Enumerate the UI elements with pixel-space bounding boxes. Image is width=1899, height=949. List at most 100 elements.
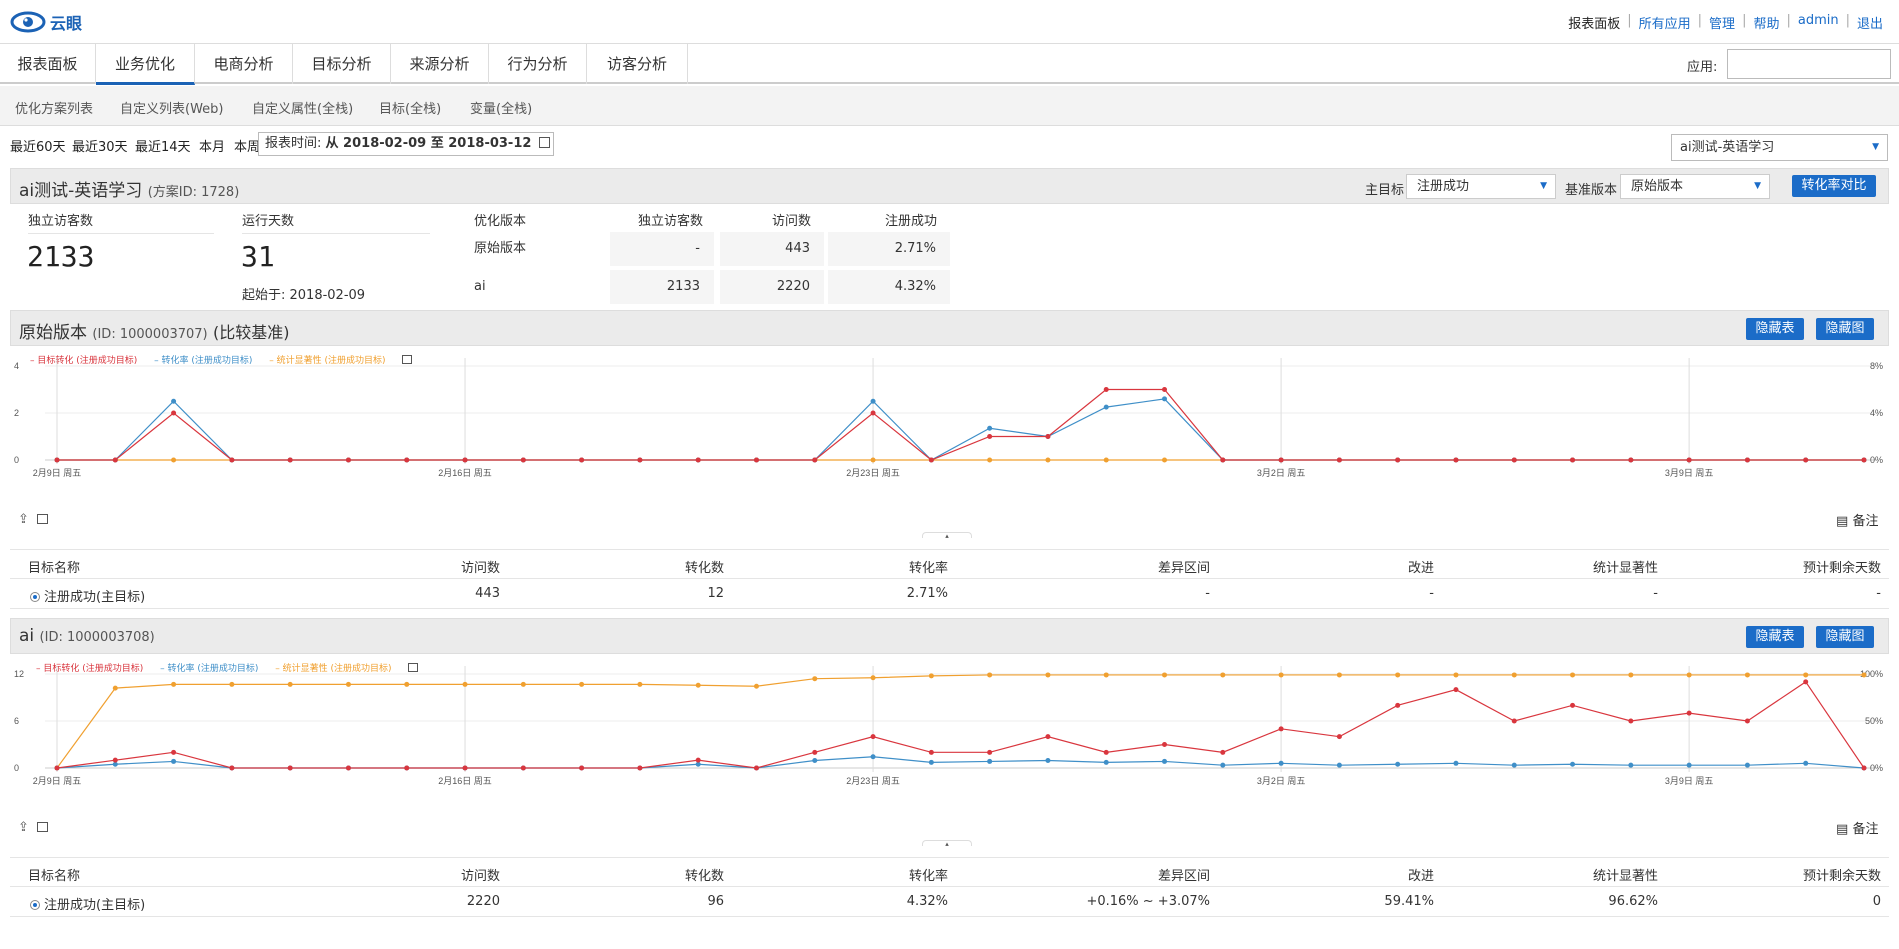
y-right-tick-label: 0% <box>1870 763 1883 773</box>
table-row: 注册成功(主目标) 2220 96 4.32% +0.16% ~ +3.07% … <box>10 887 1889 917</box>
data-point <box>870 734 876 740</box>
data-point <box>870 457 876 463</box>
data-point <box>1861 457 1867 463</box>
export-icon[interactable]: ⇪ <box>18 512 29 527</box>
date-range-picker[interactable]: 报表时间: 从 2018-02-09 至 2018-03-12 <box>258 132 554 156</box>
tab-sources[interactable]: 来源分析 <box>391 44 489 84</box>
calendar-icon[interactable] <box>538 137 550 148</box>
tab-dashboard[interactable]: 报表面板 <box>0 44 96 84</box>
hide-chart-button[interactable]: 隐藏图 <box>1816 318 1874 340</box>
subnav-custom-list-web[interactable]: 自定义列表(Web) <box>120 98 224 117</box>
data-point <box>870 398 876 404</box>
x-tick-label: 3月9日 周五 <box>1665 468 1714 478</box>
data-point <box>404 457 410 463</box>
data-point <box>1453 457 1459 463</box>
version-name: ai <box>19 626 35 646</box>
data-point <box>404 765 410 771</box>
data-point <box>345 765 351 771</box>
image-icon[interactable] <box>37 822 49 832</box>
data-point <box>1803 679 1809 685</box>
data-point <box>1686 762 1692 768</box>
tab-ecommerce[interactable]: 电商分析 <box>195 44 293 84</box>
data-point <box>1803 760 1809 766</box>
image-icon[interactable] <box>37 514 49 524</box>
data-point <box>1395 457 1401 463</box>
data-point <box>1336 672 1342 678</box>
th-significance: 统计显著性 <box>1592 869 1658 884</box>
note-button[interactable]: ▤ 备注 <box>1836 510 1878 529</box>
tab-visitors[interactable]: 访客分析 <box>587 44 688 84</box>
th-days-left: 预计剩余天数 <box>1802 869 1881 884</box>
data-point <box>1686 672 1692 678</box>
tab-optimization[interactable]: 业务优化 <box>96 44 195 85</box>
comment-icon: ▤ <box>1836 514 1849 529</box>
subnav-goals-fullstack[interactable]: 目标(全栈) <box>379 98 441 117</box>
vt-visits-original: 443 <box>720 232 824 266</box>
th-days-left: 预计剩余天数 <box>1802 561 1881 576</box>
link-dashboard[interactable]: 报表面板 <box>1568 13 1620 32</box>
quick-30d[interactable]: 最近30天 <box>72 136 128 155</box>
logo[interactable]: 云眼 <box>10 10 82 34</box>
compare-rate-button[interactable]: 转化率对比 <box>1792 175 1876 197</box>
link-logout[interactable]: 退出 <box>1857 13 1883 32</box>
link-all-apps[interactable]: 所有应用 <box>1639 13 1691 32</box>
data-point <box>870 410 876 416</box>
link-manage[interactable]: 管理 <box>1709 13 1735 32</box>
quick-14d[interactable]: 最近14天 <box>135 136 191 155</box>
quick-month[interactable]: 本月 <box>199 136 225 155</box>
y-left-tick-label: 0 <box>14 455 19 465</box>
sub-nav: 优化方案列表 自定义列表(Web) 自定义属性(全栈) 目标(全栈) 变量(全栈… <box>0 86 1899 126</box>
tab-behavior[interactable]: 行为分析 <box>489 44 587 84</box>
y-left-tick-label: 4 <box>14 361 19 371</box>
radio-icon[interactable] <box>30 592 40 602</box>
vt-rate-ai: 4.32% <box>828 270 950 304</box>
data-point <box>1278 760 1284 766</box>
data-point <box>404 681 410 687</box>
data-point <box>520 457 526 463</box>
y-right-tick-label: 8% <box>1870 361 1883 371</box>
data-point <box>1045 672 1051 678</box>
subnav-plan-list[interactable]: 优化方案列表 <box>15 98 93 117</box>
cell-conversions: 12 <box>707 586 724 601</box>
data-point <box>1103 457 1109 463</box>
collapse-handle[interactable]: ▴ <box>922 840 972 848</box>
version-title: ai (ID: 1000003708) <box>19 626 155 646</box>
vt-header-visits: 访问数 <box>772 214 812 229</box>
subnav-vars-fullstack[interactable]: 变量(全栈) <box>470 98 532 117</box>
data-point <box>171 681 177 687</box>
hide-chart-button[interactable]: 隐藏图 <box>1816 626 1874 648</box>
collapse-handle[interactable]: ▴ <box>922 532 972 540</box>
quick-week[interactable]: 本周 <box>234 136 260 155</box>
data-point <box>1103 759 1109 765</box>
project-select[interactable]: ai测试-英语学习 ▼ <box>1671 134 1888 161</box>
link-user[interactable]: admin <box>1798 13 1839 32</box>
goal-select[interactable]: 注册成功 ▼ <box>1406 174 1556 199</box>
tab-goals[interactable]: 目标分析 <box>293 44 391 84</box>
app-input[interactable] <box>1727 49 1891 79</box>
data-point <box>1162 387 1168 392</box>
hide-table-button[interactable]: 隐藏表 <box>1746 626 1804 648</box>
hide-table-button[interactable]: 隐藏表 <box>1746 318 1804 340</box>
note-button[interactable]: ▤ 备注 <box>1836 818 1878 837</box>
top-bar: 云眼 报表面板 | 所有应用 | 管理 | 帮助 | admin | 退出 <box>0 0 1899 44</box>
x-tick-label: 2月9日 周五 <box>33 776 82 786</box>
data-point <box>1045 734 1051 740</box>
th-conversions: 转化数 <box>684 561 724 576</box>
radio-icon[interactable] <box>30 900 40 910</box>
base-select[interactable]: 原始版本 ▼ <box>1620 174 1770 199</box>
plan-title: ai测试-英语学习 <box>19 181 143 201</box>
data-point <box>229 681 235 687</box>
x-tick-label: 2月9日 周五 <box>33 468 82 478</box>
data-point <box>1220 672 1226 678</box>
data-point <box>637 681 643 687</box>
chart2-tools: ⇪ <box>18 820 49 835</box>
data-point <box>1336 734 1342 740</box>
row-goal-name[interactable]: 注册成功(主目标) <box>30 586 145 605</box>
row-goal-name[interactable]: 注册成功(主目标) <box>30 894 145 913</box>
link-help[interactable]: 帮助 <box>1753 13 1779 32</box>
quick-60d[interactable]: 最近60天 <box>10 136 66 155</box>
data-point <box>112 457 118 463</box>
subnav-custom-attr[interactable]: 自定义属性(全栈) <box>252 98 353 117</box>
y-right-tick-label: 4% <box>1870 408 1883 418</box>
export-icon[interactable]: ⇪ <box>18 820 29 835</box>
